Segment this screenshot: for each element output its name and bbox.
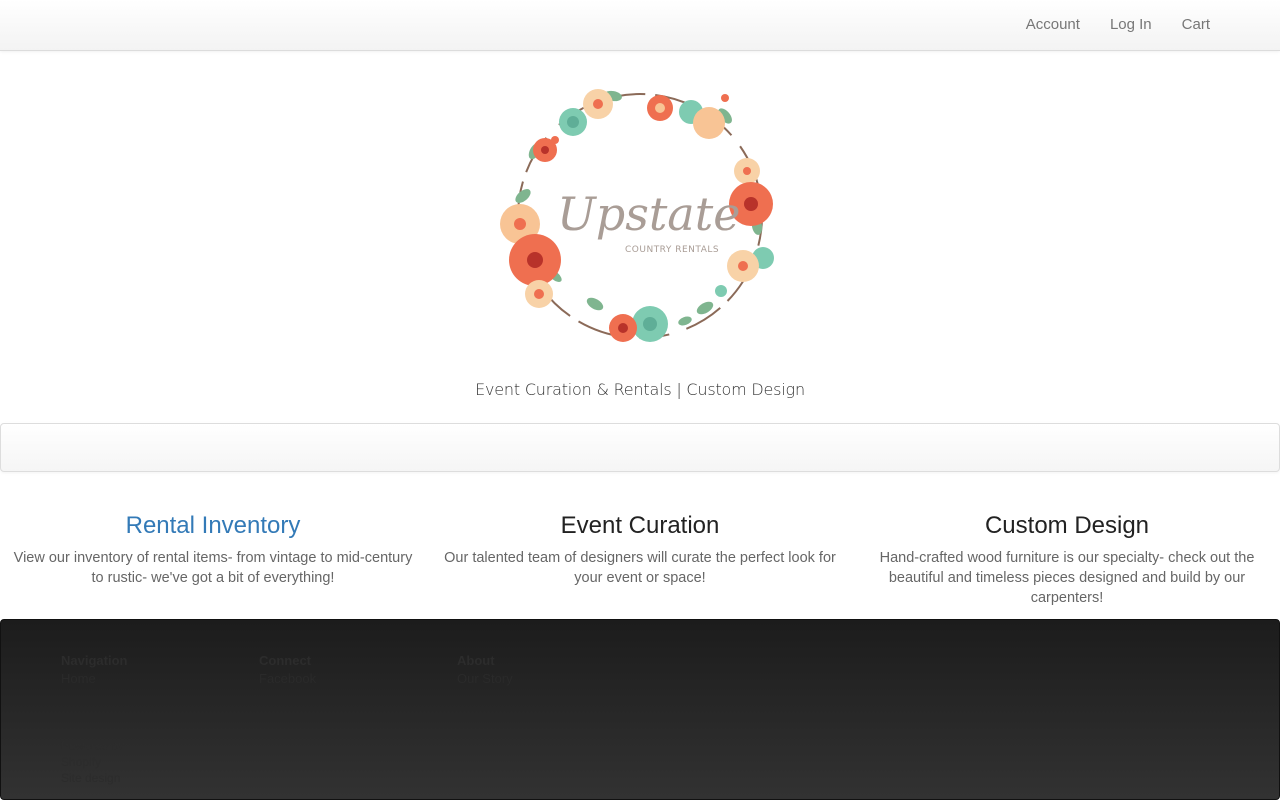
custom-design-text: Hand-crafted wood furniture is our speci… (879, 550, 1255, 606)
footer-col-about: About Our Story (457, 652, 513, 688)
custom-design-heading: Custom Design (984, 512, 1150, 539)
footer-link-home[interactable]: Home (61, 670, 127, 688)
footer-col-connect: Connect Facebook (259, 652, 316, 688)
event-curation-heading: Event Curation (560, 512, 720, 539)
feature-rental-inventory: Rental Inventory View our inventory of r… (12, 508, 414, 588)
footer-credit-line[interactable]: Shopify (61, 754, 124, 770)
main-navbar (0, 423, 1280, 472)
footer-credit-line: Site design (61, 771, 121, 785)
feature-custom-design: Custom Design Hand-crafted wood furnitur… (866, 508, 1268, 608)
footer-heading: Navigation (61, 653, 128, 668)
footer-col-navigation: Navigation Home (61, 652, 127, 688)
login-link[interactable]: Log In (1095, 0, 1167, 50)
footer-credits: Powered by Shopify Site design (61, 738, 124, 786)
event-curation-text: Our talented team of designers will cura… (444, 550, 836, 586)
footer-heading: Connect (259, 653, 311, 668)
footer-link-facebook[interactable]: Facebook (259, 670, 316, 688)
svg-text:COUNTRY RENTALS: COUNTRY RENTALS (625, 245, 719, 255)
floral-wreath-logo: Upstate COUNTRY RENTALS (500, 89, 774, 342)
cart-link[interactable]: Cart (1167, 0, 1225, 50)
svg-text:Upstate: Upstate (557, 187, 740, 241)
footer-link-our-story[interactable]: Our Story (457, 670, 513, 688)
footer-credit-line: Powered by (61, 739, 125, 753)
account-link[interactable]: Account (1011, 0, 1095, 50)
feature-event-curation: Event Curation Our talented team of desi… (440, 508, 840, 588)
site-logo[interactable]: Upstate COUNTRY RENTALS (495, 76, 785, 351)
top-nav-links: Account Log In Cart (1011, 0, 1225, 50)
rental-inventory-link[interactable]: Rental Inventory (12, 508, 414, 544)
top-navbar: Account Log In Cart (0, 0, 1280, 51)
site-tagline: Event Curation & Rentals | Custom Design (475, 380, 805, 399)
footer-heading: About (457, 653, 495, 668)
site-footer: Navigation Home Connect Facebook About O… (0, 619, 1280, 800)
rental-inventory-text: View our inventory of rental items- from… (13, 550, 413, 586)
